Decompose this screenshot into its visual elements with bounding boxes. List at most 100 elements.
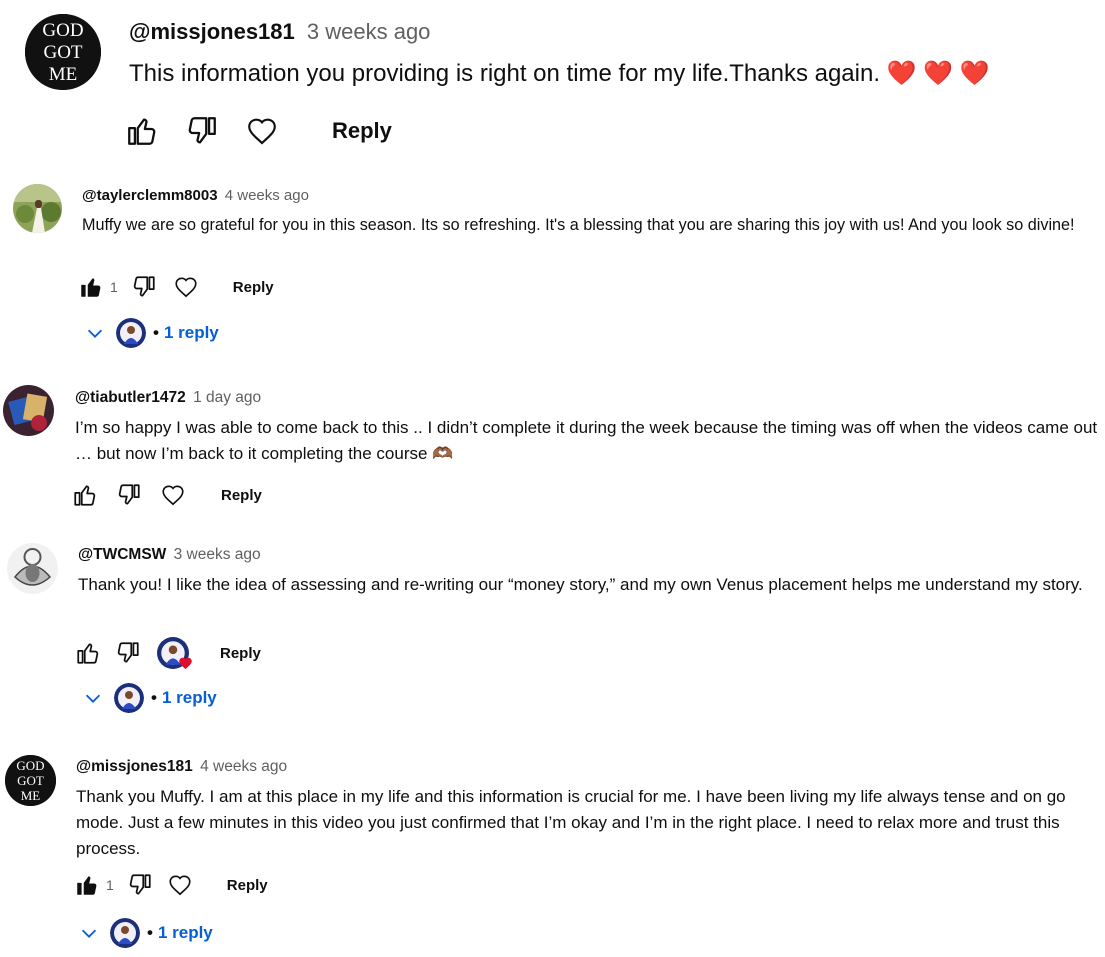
- comment-header: @missjones181 3 weeks ago: [129, 19, 430, 45]
- like-button[interactable]: [124, 113, 160, 149]
- thumbs-up-icon: [77, 643, 99, 664]
- reply-button[interactable]: Reply: [233, 279, 274, 296]
- svg-text:ME: ME: [49, 64, 78, 85]
- view-replies-button[interactable]: • 1 reply: [82, 683, 217, 713]
- heart-button[interactable]: [244, 113, 280, 149]
- heart-button[interactable]: [172, 273, 200, 301]
- chevron-down-icon: [87, 329, 103, 338]
- god-got-me-logo: GOD GOT ME: [25, 14, 101, 90]
- comment-2: @taylerclemm8003 4 weeks ago Muffy we ar…: [0, 160, 1105, 360]
- comment-4: @TWCMSW 3 weeks ago Thank you! I like th…: [0, 530, 1105, 730]
- heart-hands-emoji: 🫶🏾: [432, 444, 454, 463]
- comment-3: @tiabutler1472 1 day ago I’m so happy I …: [0, 360, 1105, 530]
- thumbs-up-icon: [128, 118, 156, 145]
- like-count: 1: [106, 877, 114, 893]
- comment-text: Muffy we are so grateful for you in this…: [82, 216, 1075, 234]
- comment-time[interactable]: 1 day ago: [193, 389, 261, 406]
- heart-icon: [162, 485, 184, 506]
- comment-5: GOD GOT ME @missjones181 4 weeks ago Tha…: [0, 730, 1105, 957]
- dislike-button[interactable]: [114, 639, 142, 667]
- comment-actions: 1 Reply: [77, 273, 274, 301]
- thumbs-down-icon: [188, 117, 216, 144]
- like-count: 1: [110, 279, 118, 295]
- thumbs-up-filled-icon: [81, 278, 101, 297]
- replies-count-label[interactable]: 1 reply: [164, 323, 219, 343]
- comment-author[interactable]: @tiabutler1472: [75, 389, 186, 406]
- chevron-down-icon: [81, 929, 97, 938]
- comment-actions: 1 Reply: [73, 871, 268, 899]
- comment-text: Thank you! I like the idea of assessing …: [78, 575, 1083, 594]
- thumbs-down-icon: [118, 484, 140, 505]
- replies-count-label[interactable]: 1 reply: [158, 923, 213, 943]
- comment-author[interactable]: @taylerclemm8003: [82, 187, 218, 204]
- thumbs-down-icon: [129, 874, 151, 895]
- comment-text-body: This information you providing is right …: [129, 60, 880, 87]
- reply-button[interactable]: Reply: [227, 877, 268, 894]
- god-got-me-logo: GOD GOT ME: [5, 755, 56, 806]
- creator-avatar: [110, 918, 140, 948]
- dislike-button[interactable]: [115, 481, 143, 509]
- avatar[interactable]: GOD GOT ME: [5, 755, 56, 806]
- svg-text:GOT: GOT: [43, 42, 82, 63]
- separator-dot: •: [153, 323, 159, 342]
- dislike-button[interactable]: [126, 871, 154, 899]
- avatar-image: [3, 385, 54, 436]
- thumbs-up-icon: [74, 485, 96, 506]
- like-button[interactable]: [74, 639, 102, 667]
- heart-emojis: ❤️ ❤️ ❤️: [886, 60, 990, 87]
- heart-icon: [169, 875, 191, 896]
- reply-button[interactable]: Reply: [332, 118, 392, 144]
- dislike-button[interactable]: [130, 273, 158, 301]
- comment-time[interactable]: 3 weeks ago: [307, 19, 431, 44]
- reply-button[interactable]: Reply: [221, 487, 262, 504]
- comment-header: @tiabutler1472 1 day ago: [75, 389, 261, 407]
- creator-avatar: [114, 683, 144, 713]
- comment-author[interactable]: @missjones181: [129, 19, 295, 44]
- chevron-down-icon: [85, 694, 101, 703]
- comment-text-body: I’m so happy I was able to come back to …: [75, 418, 1098, 463]
- creator-avatar-image: [116, 318, 146, 348]
- thumbs-down-icon: [117, 642, 139, 663]
- svg-text:ME: ME: [21, 788, 41, 803]
- comment-header: @TWCMSW 3 weeks ago: [78, 546, 261, 564]
- creator-avatar-image: [110, 918, 140, 948]
- comment-text: This information you providing is right …: [129, 59, 990, 89]
- comment-header: @taylerclemm8003 4 weeks ago: [82, 187, 309, 204]
- creator-heart-badge[interactable]: [156, 636, 192, 670]
- svg-text:GOT: GOT: [17, 773, 44, 788]
- creator-avatar: [116, 318, 146, 348]
- comment-time[interactable]: 4 weeks ago: [200, 758, 287, 775]
- avatar[interactable]: GOD GOT ME: [25, 14, 101, 90]
- avatar-image: [13, 184, 62, 233]
- comment-text: Thank you Muffy. I am at this place in m…: [76, 787, 1066, 858]
- comment-text: I’m so happy I was able to come back to …: [75, 415, 1103, 467]
- comment-actions: Reply: [71, 481, 262, 509]
- like-button[interactable]: [77, 273, 105, 301]
- separator-dot: •: [151, 688, 157, 707]
- avatar[interactable]: [13, 184, 62, 233]
- heart-filled-icon: [179, 657, 192, 670]
- like-button[interactable]: [73, 871, 101, 899]
- view-replies-button[interactable]: • 1 reply: [78, 918, 213, 948]
- heart-icon: [248, 118, 276, 145]
- heart-button[interactable]: [159, 481, 187, 509]
- dislike-button[interactable]: [184, 113, 220, 149]
- view-replies-button[interactable]: • 1 reply: [84, 318, 219, 348]
- heart-button[interactable]: [166, 871, 194, 899]
- thumbs-up-filled-icon: [77, 876, 97, 895]
- comment-author[interactable]: @TWCMSW: [78, 546, 166, 563]
- avatar[interactable]: [7, 543, 58, 594]
- comment-1: GOD GOT ME @missjones181 3 weeks ago Thi…: [0, 0, 1105, 160]
- creator-avatar-image: [114, 683, 144, 713]
- replies-count-label[interactable]: 1 reply: [162, 688, 217, 708]
- like-button[interactable]: [71, 481, 99, 509]
- comment-author[interactable]: @missjones181: [76, 758, 193, 775]
- separator-dot: •: [147, 923, 153, 942]
- comment-time[interactable]: 3 weeks ago: [174, 546, 261, 563]
- thumbs-down-icon: [133, 276, 155, 297]
- comment-time[interactable]: 4 weeks ago: [225, 187, 309, 204]
- reply-button[interactable]: Reply: [220, 645, 261, 662]
- avatar[interactable]: [3, 385, 54, 436]
- comment-actions: Reply: [124, 113, 392, 149]
- heart-icon: [175, 277, 197, 298]
